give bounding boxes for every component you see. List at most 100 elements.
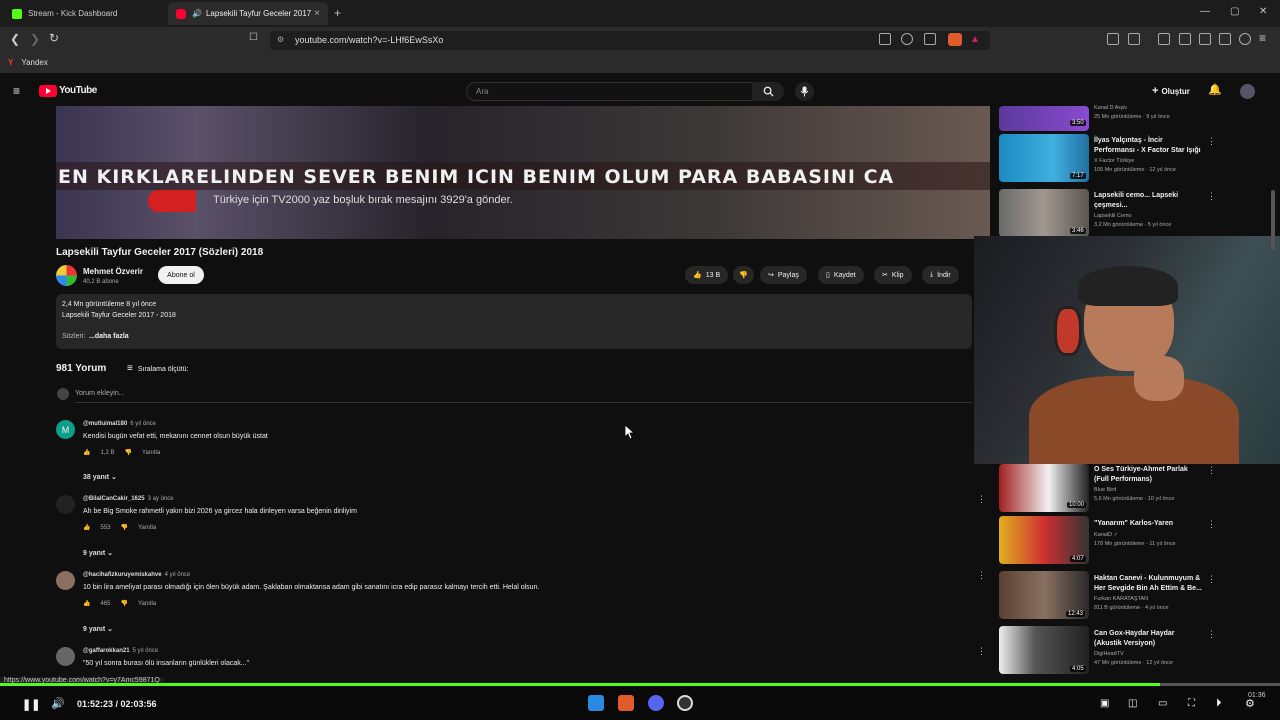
- comment-avatar[interactable]: M: [56, 420, 75, 439]
- pause-icon[interactable]: ❚❚: [22, 698, 40, 711]
- bookmark-icon[interactable]: ☐: [249, 32, 258, 43]
- thumbs-down-icon[interactable]: 👎: [121, 524, 128, 531]
- recommendation-title[interactable]: İlyas Yalçıntaş - İncir Performansı - X …: [1094, 136, 1202, 156]
- view-replies-button[interactable]: 38 yanıt ⌄: [83, 473, 117, 481]
- theater-mode-icon[interactable]: ▭: [1158, 698, 1167, 709]
- recommendation-title[interactable]: Haktan Canevi - Kulunmuyum & Her Sevgide…: [1094, 574, 1202, 594]
- tab-kick-dashboard[interactable]: Stream - Kick Dashboard: [4, 2, 164, 25]
- voice-search-button[interactable]: [795, 82, 814, 101]
- recommendation-title[interactable]: Lapsekili cemo... Lapseki çeşmesi...: [1094, 191, 1202, 211]
- view-replies-button[interactable]: 9 yanıt ⌄: [83, 625, 113, 633]
- thumbs-up-icon[interactable]: 👍: [83, 600, 90, 607]
- create-button[interactable]: + Oluştur: [1152, 85, 1190, 97]
- recommendation-thumbnail[interactable]: [999, 106, 1089, 131]
- recommendation-title[interactable]: Can Gox-Haydar Haydar (Akustik Versiyon): [1094, 629, 1202, 649]
- subscribe-button[interactable]: Abone ol: [158, 266, 204, 284]
- cast-icon[interactable]: [879, 33, 891, 45]
- discord-icon[interactable]: [648, 695, 664, 711]
- leo-ai-icon[interactable]: [1219, 33, 1231, 45]
- channel-avatar[interactable]: [56, 265, 77, 286]
- reply-button[interactable]: Yanıtla: [138, 525, 156, 531]
- windows-start-icon[interactable]: [588, 695, 604, 711]
- obs-icon[interactable]: [677, 695, 693, 711]
- new-tab-icon[interactable]: +: [334, 6, 341, 20]
- comment-author[interactable]: @mutluimal180 6 yıl önce: [83, 421, 156, 427]
- close-window-icon[interactable]: ✕: [1259, 6, 1267, 17]
- browser-menu-icon[interactable]: ≡: [1259, 31, 1266, 45]
- more-actions-icon[interactable]: ⋮: [1207, 574, 1216, 585]
- comment-more-icon[interactable]: ⋮: [977, 570, 986, 581]
- search-input[interactable]: [466, 82, 753, 101]
- account-avatar[interactable]: [1240, 84, 1255, 99]
- save-button[interactable]: ▯ Kaydet: [818, 266, 864, 284]
- notifications-bell-icon[interactable]: 🔔: [1208, 83, 1222, 96]
- share-page-icon[interactable]: [924, 33, 936, 45]
- thumbs-up-icon[interactable]: 👍: [83, 524, 90, 531]
- more-actions-icon[interactable]: ⋮: [1207, 629, 1216, 640]
- download-button[interactable]: ⤓ İndir: [922, 266, 959, 284]
- forward-icon[interactable]: ❯: [30, 32, 40, 46]
- more-actions-icon[interactable]: ⋮: [1207, 191, 1216, 202]
- comment-avatar[interactable]: [56, 495, 75, 514]
- back-icon[interactable]: ❮: [10, 32, 20, 46]
- youtube-logo-icon[interactable]: [39, 85, 57, 97]
- settings-gear-icon[interactable]: ⚙: [1245, 697, 1255, 710]
- comment-avatar[interactable]: [56, 647, 75, 666]
- thumbs-up-icon[interactable]: 👍: [83, 449, 90, 456]
- comment-avatar[interactable]: [56, 571, 75, 590]
- add-comment-input[interactable]: Yorum ekleyin...: [75, 390, 125, 397]
- split-view-icon[interactable]: [1179, 33, 1191, 45]
- search-button[interactable]: [752, 82, 784, 101]
- video-title: Lapsekili Tayfur Geceler 2017 (Sözleri) …: [56, 247, 264, 258]
- comment-more-icon[interactable]: ⋮: [977, 646, 986, 657]
- close-icon[interactable]: ×: [314, 8, 320, 19]
- reload-icon[interactable]: ↻: [49, 31, 59, 45]
- recommendation-title[interactable]: "Yanarım" Karlos-Yaren: [1094, 519, 1202, 529]
- share-button[interactable]: ↪ Paylaş: [760, 266, 807, 284]
- youtube-logo-text[interactable]: YouTube: [59, 85, 97, 96]
- comment-input-underline: [75, 402, 972, 403]
- zoom-icon[interactable]: [901, 33, 913, 45]
- brave-browser-icon[interactable]: [618, 695, 634, 711]
- thumbs-down-icon[interactable]: 👎: [125, 449, 132, 456]
- show-more-link[interactable]: ...daha fazla: [89, 333, 129, 340]
- view-replies-button[interactable]: 9 yanıt ⌄: [83, 549, 113, 557]
- hamburger-menu-icon[interactable]: ≡: [13, 84, 20, 98]
- video-duration: 4:05: [1070, 666, 1086, 672]
- more-actions-icon[interactable]: ⋮: [1207, 136, 1216, 147]
- miniplayer-icon[interactable]: ▣: [1100, 698, 1109, 709]
- extensions-icon[interactable]: [1107, 33, 1119, 45]
- wallet-icon[interactable]: [1199, 33, 1211, 45]
- like-button[interactable]: 👍 13 B: [685, 266, 729, 284]
- sidebar-panel-icon[interactable]: [1128, 33, 1140, 45]
- thumbs-down-icon[interactable]: 👎: [121, 600, 128, 607]
- more-actions-icon[interactable]: ⋮: [1207, 519, 1216, 530]
- comment-author[interactable]: @BilalCanCakir_1625 3 ay önce: [83, 496, 174, 502]
- vpn-icon[interactable]: [1239, 33, 1251, 45]
- comment-more-icon[interactable]: ⋮: [977, 494, 986, 505]
- sort-comments-button[interactable]: ≡ Sıralama ölçütü:: [127, 363, 188, 374]
- clip-button[interactable]: ✂ Klip: [874, 266, 912, 284]
- brave-shield-icon[interactable]: [948, 33, 962, 46]
- next-icon[interactable]: ⏵: [1216, 697, 1222, 710]
- recommendation-title[interactable]: O Ses Türkiye-Ahmet Parlak (Full Perform…: [1094, 465, 1202, 485]
- page-scrollbar[interactable]: [1271, 190, 1275, 250]
- reply-button[interactable]: Yanıtla: [142, 450, 160, 456]
- wifi-icon[interactable]: ◫: [1128, 698, 1137, 709]
- minimize-icon[interactable]: —: [1200, 6, 1210, 17]
- site-info-icon[interactable]: ⚙: [277, 35, 284, 44]
- reply-button[interactable]: Yanıtla: [138, 601, 156, 607]
- channel-name[interactable]: Mehmet Özverir: [83, 267, 143, 276]
- comment-author[interactable]: @hacihafizkuruyemiskahve 4 yıl önce: [83, 572, 190, 578]
- dislike-button[interactable]: 👎: [733, 266, 754, 284]
- maximize-icon[interactable]: ▢: [1230, 6, 1239, 17]
- more-actions-icon[interactable]: ⋮: [1207, 465, 1216, 476]
- description-box[interactable]: [56, 294, 972, 349]
- bookmark-yandex[interactable]: Y Yandex: [8, 58, 48, 67]
- fullscreen-icon[interactable]: ⛶: [1188, 698, 1195, 709]
- volume-icon[interactable]: 🔊: [51, 697, 65, 710]
- brave-rewards-icon[interactable]: ▲: [970, 34, 980, 45]
- music-icon[interactable]: [1158, 33, 1170, 45]
- comment-author[interactable]: @gaffarokkan21 5 yıl önce: [83, 648, 158, 654]
- tab-youtube-video[interactable]: 🔊 Lapsekili Tayfur Geceler 2017 ×: [168, 2, 328, 25]
